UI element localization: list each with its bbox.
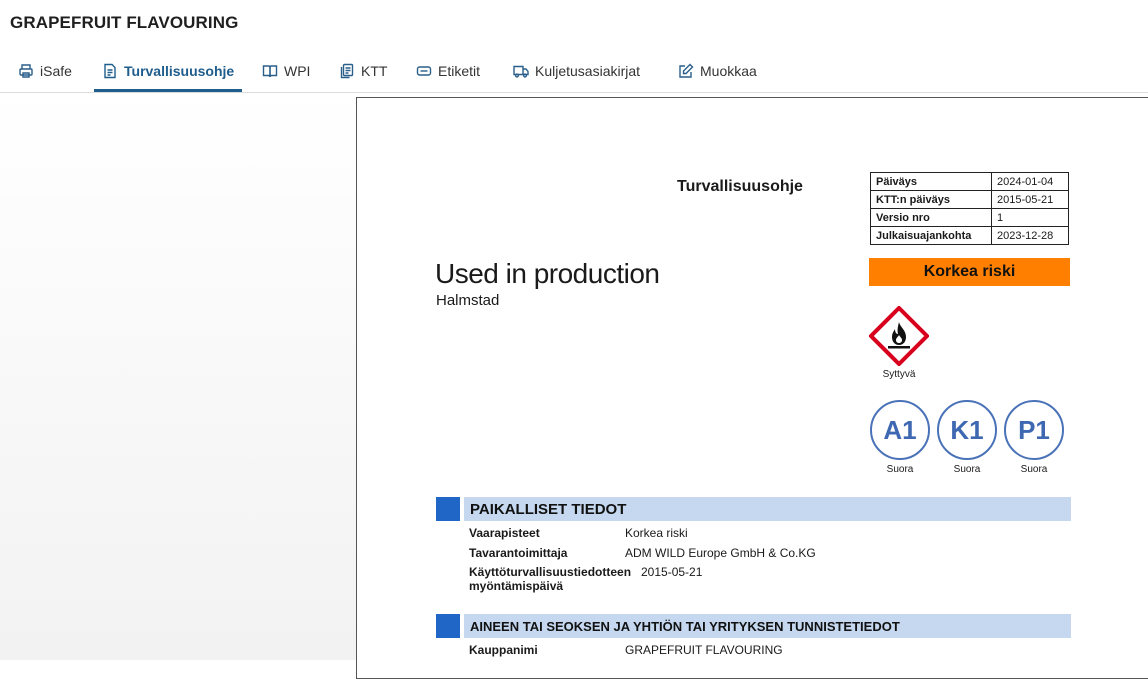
rating-circle: A1: [870, 400, 930, 460]
table-row: KTT:n päiväys 2015-05-21: [870, 190, 1069, 209]
section-header-local-info: PAIKALLISET TIEDOT: [436, 497, 1071, 521]
field-value: ADM WILD Europe GmbH & Co.KG: [625, 546, 816, 560]
printer-icon: [19, 63, 33, 78]
field-value: 2015-05-21: [641, 565, 703, 579]
tab-label: Turvallisuusohje: [124, 62, 235, 79]
table-row: Julkaisuajankohta 2023-12-28: [870, 226, 1069, 245]
info-value: 1: [991, 208, 1069, 227]
field-value: Korkea riski: [625, 526, 688, 540]
table-row: Versio nro 1: [870, 208, 1069, 227]
table-row: Päiväys 2024-01-04: [870, 172, 1069, 191]
rating-caption: Suora: [1020, 464, 1048, 475]
hazard-pictogram: Syttyvä: [869, 306, 929, 380]
book-icon: [262, 64, 278, 77]
info-key: KTT:n päiväys: [870, 190, 992, 209]
section-title: PAIKALLISET TIEDOT: [464, 497, 1071, 521]
tab-etiketit[interactable]: Etiketit: [416, 50, 480, 91]
field-value: GRAPEFRUIT FLAVOURING: [625, 643, 783, 657]
rating-caption: Suora: [886, 464, 914, 475]
info-key: Julkaisuajankohta: [870, 226, 992, 245]
info-value: 2015-05-21: [991, 190, 1069, 209]
tab-isafe[interactable]: iSafe: [18, 50, 72, 91]
tab-label: iSafe: [40, 62, 72, 79]
edit-icon: [679, 63, 694, 78]
tab-label: KTT: [361, 62, 388, 79]
section-marker: [436, 497, 460, 521]
info-key: Päiväys: [870, 172, 992, 191]
field-label: Vaarapisteet: [469, 526, 540, 540]
tab-wpi[interactable]: WPI: [262, 50, 310, 91]
hazard-caption: Syttyvä: [882, 369, 916, 380]
rating-circle: P1: [1004, 400, 1064, 460]
rating-a1: A1 Suora: [869, 400, 931, 475]
info-value: 2023-12-28: [991, 226, 1069, 245]
tab-label: Kuljetusasiakirjat: [535, 62, 641, 79]
flame-pictogram-icon: [869, 306, 929, 366]
left-panel: [0, 93, 356, 660]
rating-p1: P1 Suora: [1003, 400, 1065, 475]
product-name: Used in production: [435, 258, 660, 289]
field-label: Kauppanimi: [469, 643, 538, 657]
document-info-table: Päiväys 2024-01-04 KTT:n päiväys 2015-05…: [870, 172, 1069, 245]
label-icon: [416, 65, 432, 76]
rating-circle: K1: [937, 400, 997, 460]
document-preview[interactable]: Turvallisuusohje Päiväys 2024-01-04 KTT:…: [356, 97, 1148, 679]
document-icon: [104, 63, 116, 78]
tab-kuljetusasiakirjat[interactable]: Kuljetusasiakirjat: [513, 50, 640, 91]
tab-bar: iSafe Turvallisuusohje WPI KTT Etiketit …: [0, 50, 1148, 93]
page-title: GRAPEFRUIT FLAVOURING: [10, 13, 239, 32]
truck-icon: [513, 65, 529, 78]
tab-ktt[interactable]: KTT: [339, 50, 387, 91]
field-label: Tavarantoimittaja: [469, 546, 568, 560]
section-marker: [436, 614, 460, 638]
rating-caption: Suora: [953, 464, 981, 475]
tab-label: Muokkaa: [700, 62, 757, 79]
tab-turvallisuusohje[interactable]: Turvallisuusohje: [93, 50, 243, 92]
field-label: Käyttöturvallisuustiedotteen myöntämispä…: [469, 565, 632, 593]
tab-muokkaa[interactable]: Muokkaa: [678, 50, 757, 91]
section-header-identification: AINEEN TAI SEOKSEN JA YHTIÖN TAI YRITYKS…: [436, 614, 1071, 638]
rating-k1: K1 Suora: [936, 400, 998, 475]
info-value: 2024-01-04: [991, 172, 1069, 191]
tab-label: Etiketit: [438, 62, 481, 79]
copy-icon: [340, 63, 354, 78]
tab-label: WPI: [284, 62, 311, 79]
section-title: AINEEN TAI SEOKSEN JA YHTIÖN TAI YRITYKS…: [464, 614, 1071, 638]
risk-level-badge: Korkea riski: [869, 258, 1070, 286]
info-key: Versio nro: [870, 208, 992, 227]
location-label: Halmstad: [436, 292, 500, 309]
document-heading: Turvallisuusohje: [677, 178, 803, 195]
